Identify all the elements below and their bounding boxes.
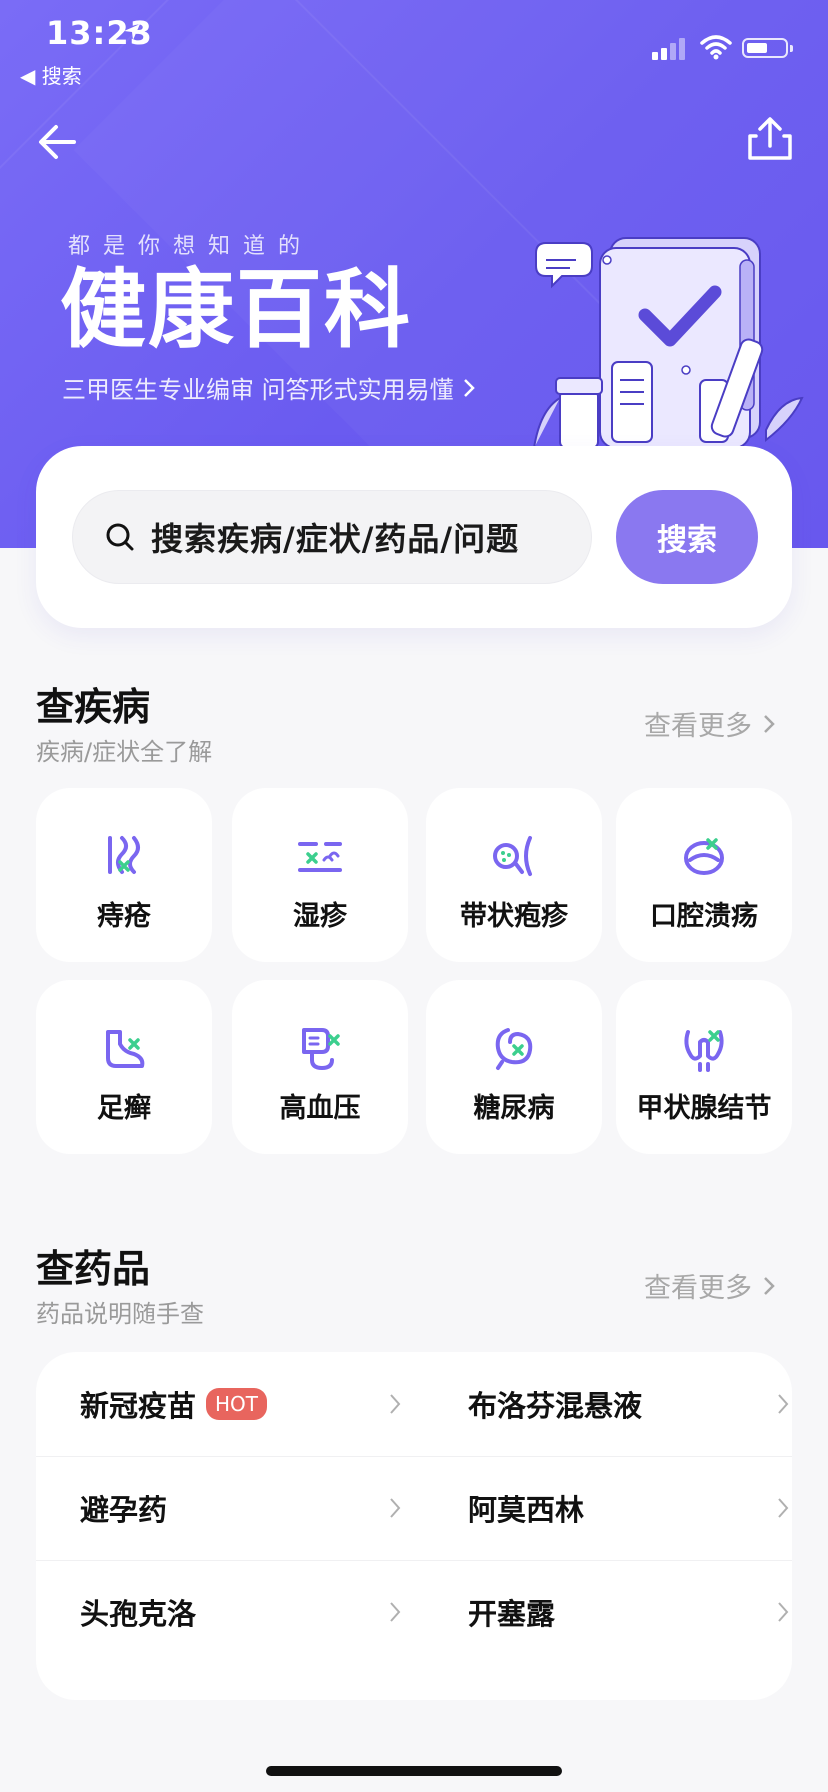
home-indicator[interactable] — [266, 1766, 562, 1776]
search-button[interactable]: 搜索 — [616, 490, 758, 584]
hero-illustration — [533, 237, 804, 449]
disease-label: 湿疹 — [293, 901, 347, 932]
search-icon — [106, 523, 134, 551]
diabetes-icon — [495, 1028, 533, 1070]
chevron-right-icon — [390, 1394, 401, 1414]
drug-name: 新冠疫苗 — [80, 1389, 197, 1423]
chevron-right-icon — [778, 1602, 789, 1622]
drug-name: 开塞露 — [468, 1597, 556, 1631]
battery-icon — [742, 38, 793, 58]
disease-label: 甲状腺结节 — [636, 1093, 772, 1124]
chevron-right-icon — [764, 714, 775, 733]
location-icon — [124, 24, 140, 40]
hero-subline-text: 三甲医生专业编审 问答形式实用易懂 — [62, 376, 454, 404]
chevron-right-icon — [390, 1602, 401, 1622]
disease-tile-hypertension[interactable]: 高血压 — [232, 980, 408, 1154]
hero-subline[interactable]: 三甲医生专业编审 问答形式实用易懂 — [62, 370, 476, 405]
blood-pressure-icon — [302, 1028, 340, 1071]
back-arrow-icon[interactable] — [34, 118, 82, 166]
hemorrhoid-icon — [108, 836, 140, 874]
search-card: 搜索疾病/症状/药品/问题 搜索 — [36, 446, 792, 628]
drug-section-subtitle: 药品说明随手查 — [36, 1300, 204, 1328]
drug-item-ibuprofen[interactable]: 布洛芬混悬液 — [468, 1352, 789, 1456]
chevron-right-icon — [463, 378, 475, 397]
disease-tile-mouth-ulcer[interactable]: 口腔溃疡 — [616, 788, 792, 962]
drug-item-glycerin-enema[interactable]: 开塞露 — [468, 1560, 789, 1664]
back-to-app-link[interactable]: ◀ 搜索 — [20, 60, 82, 89]
disease-section-subtitle: 疾病/症状全了解 — [36, 738, 213, 766]
see-more-label: 查看更多 — [644, 711, 752, 742]
drug-list-card: 新冠疫苗 HOT 布洛芬混悬液 避孕药 阿莫西林 头孢克洛 开塞露 — [36, 1352, 792, 1700]
search-input[interactable]: 搜索疾病/症状/药品/问题 — [72, 490, 592, 584]
drug-item-cefaclor[interactable]: 头孢克洛 — [80, 1560, 406, 1664]
chevron-right-icon — [778, 1498, 789, 1518]
mouth-ulcer-icon — [684, 838, 724, 875]
disease-label: 口腔溃疡 — [650, 901, 758, 932]
disease-tile-eczema[interactable]: 湿疹 — [232, 788, 408, 962]
drug-name: 头孢克洛 — [80, 1597, 197, 1631]
status-bar: 13:23 ◀ 搜索 — [0, 0, 828, 90]
hero-tagline: 都是你想知道的 — [68, 234, 314, 259]
disease-label: 足癣 — [97, 1093, 151, 1124]
disease-see-more-link[interactable]: 查看更多 — [644, 704, 776, 743]
see-more-label: 查看更多 — [644, 1273, 752, 1304]
share-icon[interactable] — [744, 114, 796, 166]
disease-tile-diabetes[interactable]: 糖尿病 — [426, 980, 602, 1154]
page-title: 健康百科 — [60, 260, 412, 360]
drug-name: 避孕药 — [80, 1493, 168, 1527]
hot-badge: HOT — [206, 1388, 268, 1420]
drug-section-title: 查药品 — [36, 1247, 151, 1291]
chevron-right-icon — [764, 1276, 775, 1295]
drug-item-contraceptive[interactable]: 避孕药 — [80, 1456, 406, 1560]
disease-tile-athletes-foot[interactable]: 足癣 — [36, 980, 212, 1154]
drug-row: 头孢克洛 开塞露 — [36, 1560, 792, 1664]
disease-tile-thyroid-nodule[interactable]: 甲状腺结节 — [616, 980, 792, 1154]
wifi-icon — [700, 35, 732, 60]
disease-label: 痔疮 — [97, 901, 151, 932]
disease-tile-hemorrhoid[interactable]: 痔疮 — [36, 788, 212, 962]
cellular-signal-icon — [652, 38, 685, 60]
disease-label: 糖尿病 — [473, 1093, 555, 1124]
thyroid-icon — [684, 1030, 724, 1072]
shingles-icon — [493, 836, 532, 876]
drug-name: 布洛芬混悬液 — [468, 1389, 643, 1423]
disease-label: 带状疱疹 — [460, 901, 568, 932]
chevron-right-icon — [778, 1394, 789, 1414]
chevron-right-icon — [390, 1498, 401, 1518]
drug-row: 新冠疫苗 HOT 布洛芬混悬液 — [36, 1352, 792, 1457]
eczema-icon — [298, 842, 342, 872]
drug-item-amoxicillin[interactable]: 阿莫西林 — [468, 1456, 789, 1560]
foot-icon — [106, 1030, 145, 1068]
drug-name: 阿莫西林 — [468, 1493, 585, 1527]
drug-row: 避孕药 阿莫西林 — [36, 1456, 792, 1561]
search-placeholder: 搜索疾病/症状/药品/问题 — [151, 520, 520, 558]
disease-section-title: 查疾病 — [36, 685, 151, 729]
drug-see-more-link[interactable]: 查看更多 — [644, 1266, 776, 1305]
drug-item-covid-vaccine[interactable]: 新冠疫苗 HOT — [80, 1352, 406, 1456]
disease-tile-shingles[interactable]: 带状疱疹 — [426, 788, 602, 962]
disease-label: 高血压 — [279, 1093, 361, 1124]
